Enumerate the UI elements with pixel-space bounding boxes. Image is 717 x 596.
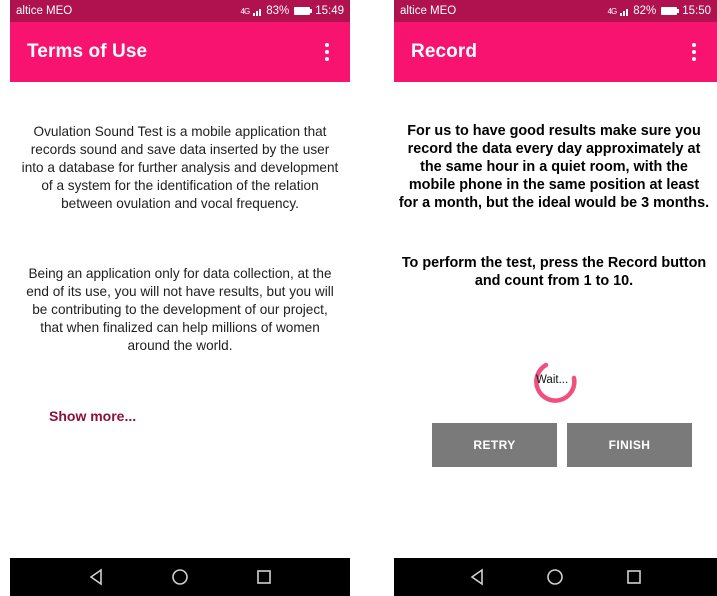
overflow-menu-icon[interactable] <box>322 43 332 61</box>
app-bar: Record <box>394 22 717 82</box>
page-title: Terms of Use <box>27 41 148 62</box>
recents-icon[interactable] <box>625 568 643 586</box>
retry-button[interactable]: RETRY <box>432 423 557 467</box>
overflow-menu-icon[interactable] <box>689 43 699 61</box>
navigation-bar <box>394 558 717 596</box>
signal-icon: 4G <box>240 6 251 16</box>
battery-percent: 83% <box>266 5 290 17</box>
carrier-label: altice MEO <box>16 5 73 17</box>
carrier-label: altice MEO <box>400 5 457 17</box>
battery-icon <box>661 7 680 15</box>
app-bar: Terms of Use <box>10 22 350 82</box>
instructions-paragraph: To perform the test, press the Record bu… <box>401 255 707 289</box>
navigation-bar <box>10 558 350 596</box>
status-bar: altice MEO 4G 83% 15:49 <box>10 0 350 22</box>
recents-icon[interactable] <box>255 568 273 586</box>
home-icon[interactable] <box>546 568 564 586</box>
clock: 15:49 <box>315 5 344 17</box>
status-bar: altice MEO 4G 82% 15:50 <box>394 0 717 22</box>
record-screen: altice MEO 4G 82% 15:50 Record For us to… <box>394 0 717 596</box>
finish-button[interactable]: FINISH <box>567 423 692 467</box>
status-indicators: 4G 82% 15:50 <box>608 5 711 17</box>
back-icon[interactable] <box>87 568 105 586</box>
home-icon[interactable] <box>171 568 189 586</box>
spinner-label: Wait... <box>536 374 569 386</box>
loading-spinner: Wait... <box>524 352 584 412</box>
show-more-link[interactable]: Show more... <box>49 408 136 424</box>
status-indicators: 4G 83% 15:49 <box>241 5 344 17</box>
signal-bars-icon <box>620 9 629 16</box>
clock: 15:50 <box>682 5 711 17</box>
battery-percent: 82% <box>633 5 657 17</box>
terms-paragraph: Ovulation Sound Test is a mobile applica… <box>21 124 339 211</box>
terms-paragraph: Being an application only for data colle… <box>26 266 334 353</box>
signal-icon: 4G <box>607 6 618 16</box>
back-icon[interactable] <box>468 568 486 586</box>
terms-screen: altice MEO 4G 83% 15:49 Terms of Use Ovu… <box>10 0 350 596</box>
signal-bars-icon <box>253 9 262 16</box>
instructions-paragraph: For us to have good results make sure yo… <box>398 123 710 211</box>
record-content: For us to have good results make sure yo… <box>394 82 717 558</box>
page-title: Record <box>411 41 478 62</box>
battery-icon <box>294 7 313 15</box>
terms-content: Ovulation Sound Test is a mobile applica… <box>10 82 350 558</box>
